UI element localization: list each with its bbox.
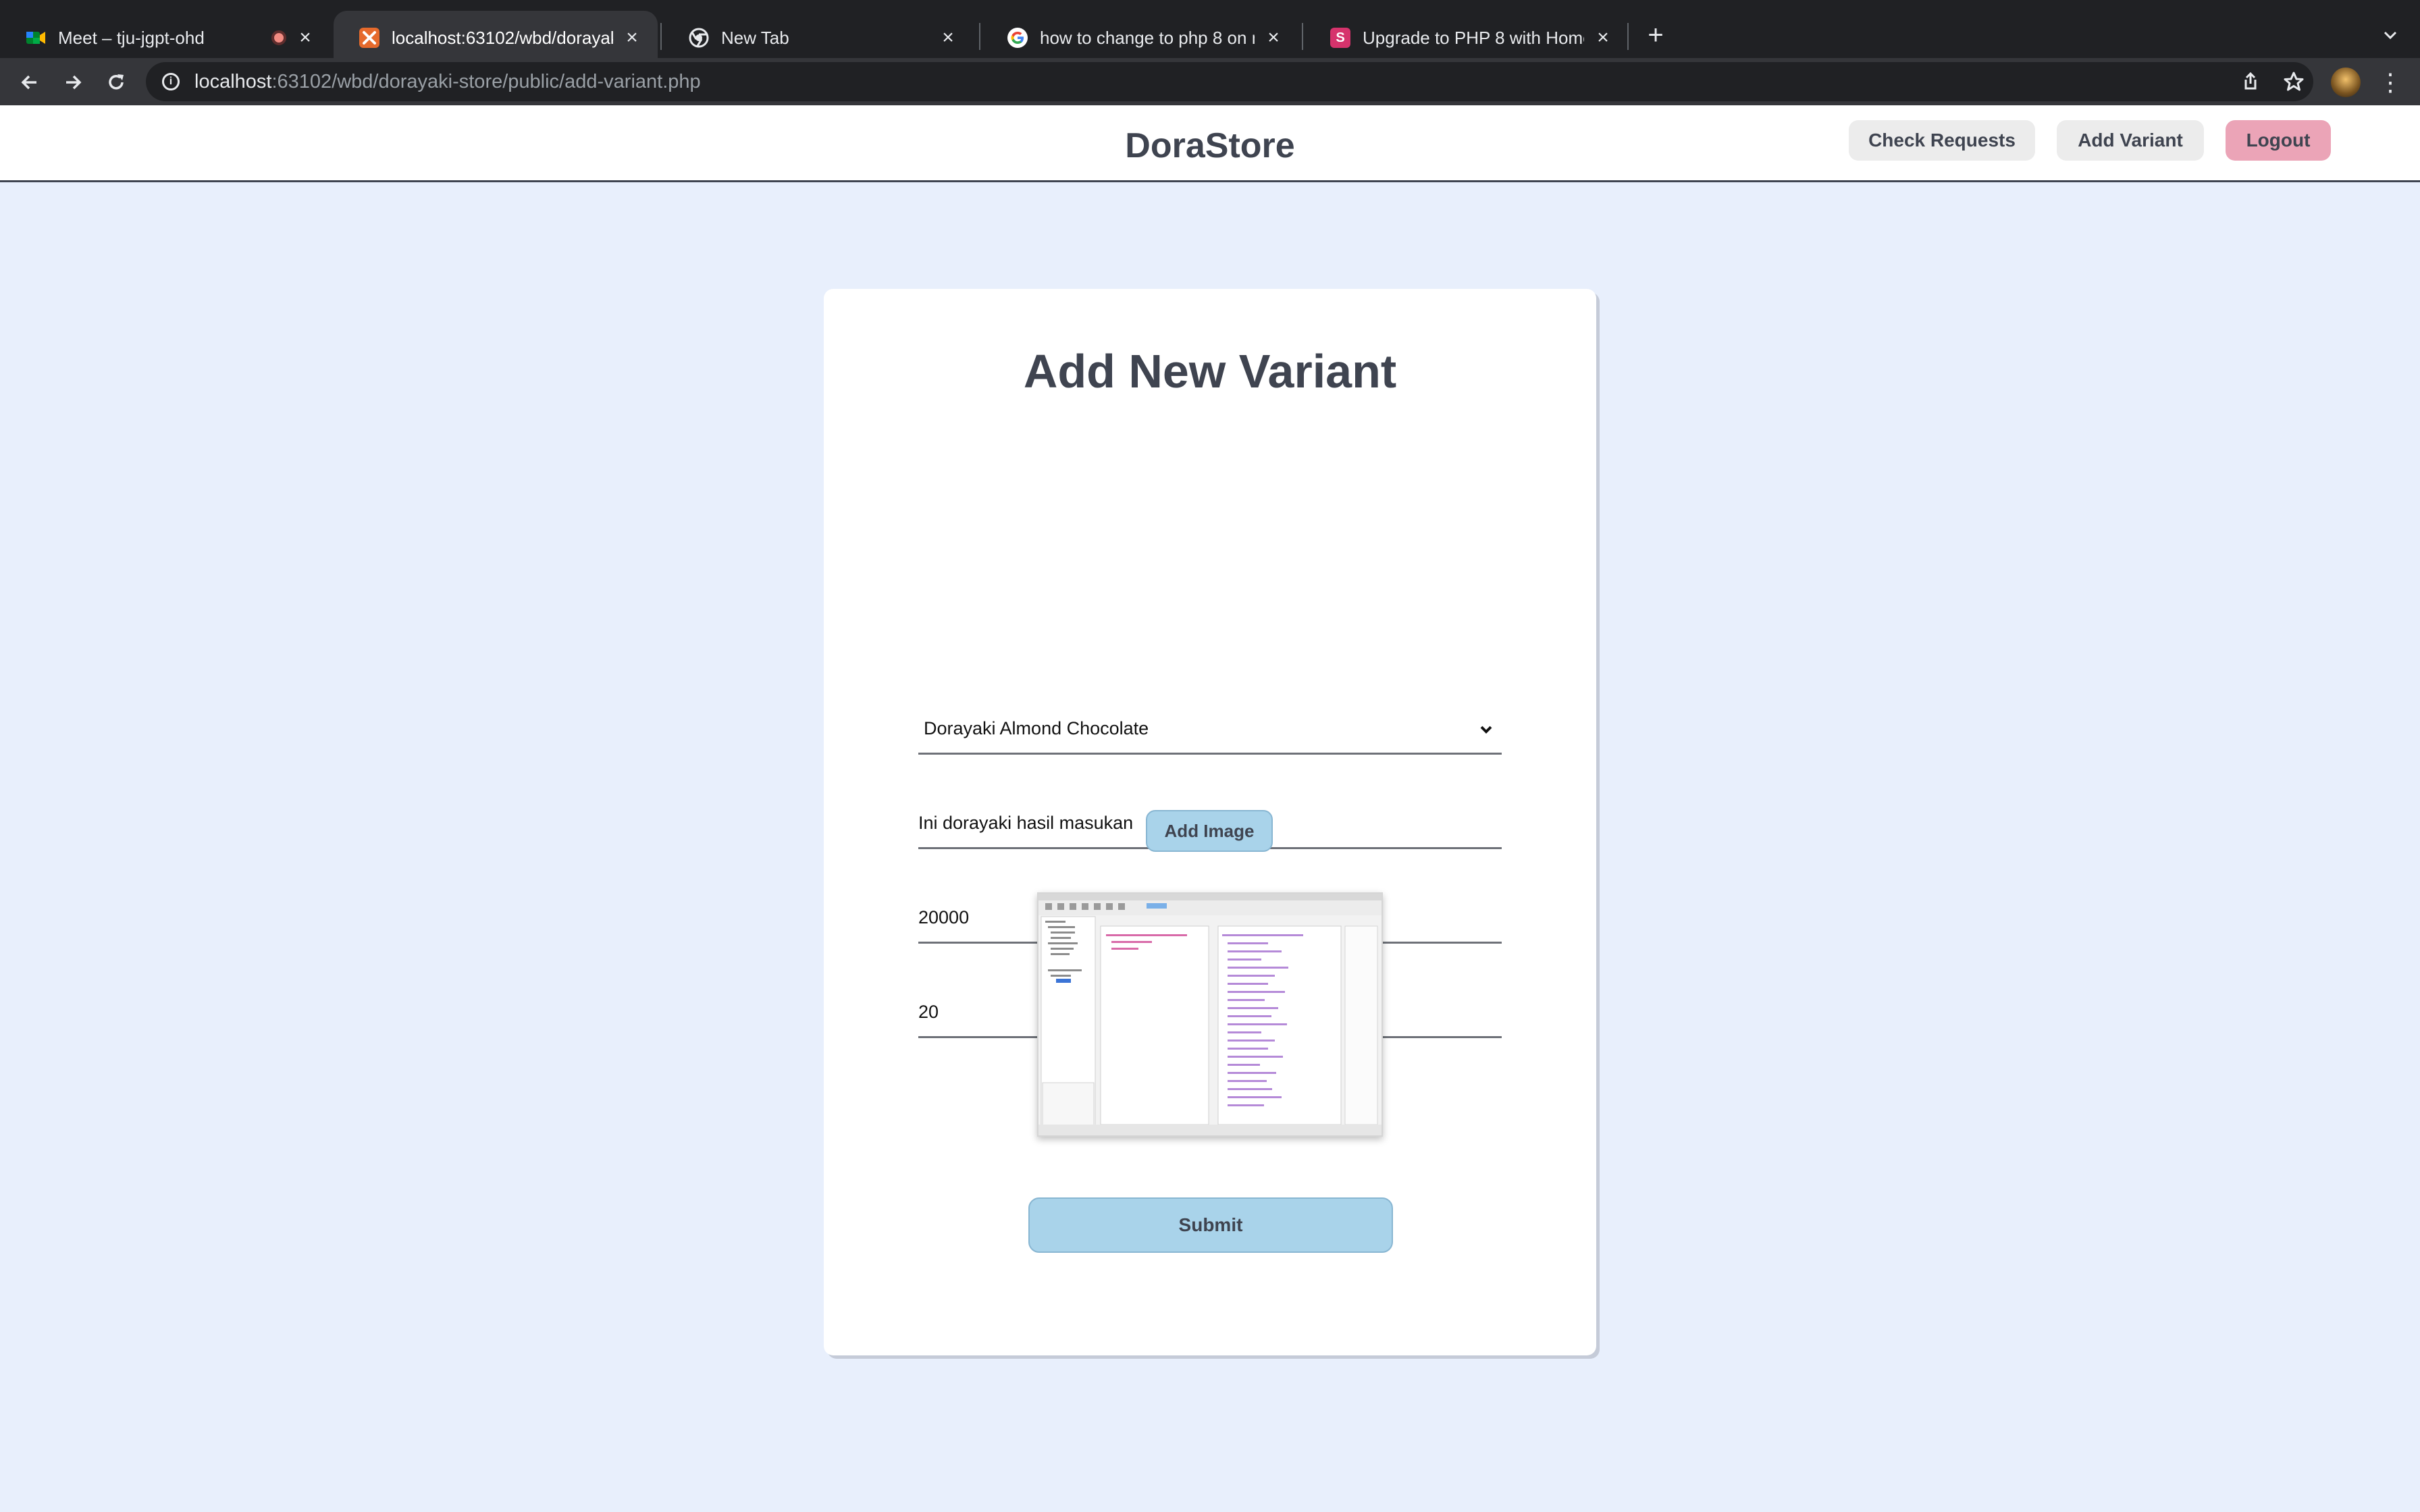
url-text: localhost:63102/wbd/dorayaki-store/publi… — [194, 70, 701, 92]
site-info-icon[interactable]: i — [162, 73, 180, 90]
add-image-button[interactable]: Add Image — [1146, 810, 1273, 852]
tab-title: New Tab — [721, 27, 789, 48]
new-tab-plus-icon[interactable]: + — [1641, 20, 1671, 50]
tab-new-tab[interactable]: New Tab × — [663, 11, 974, 65]
google-meet-icon — [26, 28, 46, 48]
variant-select[interactable]: Dorayaki Almond Chocolate — [918, 705, 1502, 755]
chrome-icon — [689, 28, 709, 48]
stock-value: 20 — [918, 1002, 939, 1022]
recording-indicator-icon — [271, 30, 286, 45]
chevron-down-icon — [1476, 720, 1496, 740]
page-title: Add New Variant — [1023, 345, 1397, 398]
tab-title: localhost:63102/wbd/dorayaki- — [392, 27, 613, 48]
back-arrow-icon[interactable] — [14, 66, 46, 99]
tab-title: Upgrade to PHP 8 with Homeb — [1363, 27, 1584, 48]
tab-separator — [660, 23, 662, 50]
s-icon: S — [1330, 28, 1350, 48]
description-value: Ini dorayaki hasil masukan — [918, 813, 1134, 833]
tab-meet[interactable]: Meet – tju-jgpt-ohd × — [0, 11, 331, 65]
google-icon — [1007, 28, 1028, 48]
reload-icon[interactable] — [100, 66, 132, 99]
image-preview — [1037, 892, 1383, 1137]
profile-avatar[interactable] — [2331, 68, 2361, 97]
close-tab-icon[interactable]: × — [623, 26, 641, 49]
check-requests-button[interactable]: Check Requests — [1849, 120, 2035, 161]
close-tab-icon[interactable]: × — [1594, 26, 1612, 49]
browser-toolbar: i localhost:63102/wbd/dorayaki-store/pub… — [0, 58, 2420, 105]
logout-button[interactable]: Logout — [2226, 120, 2331, 161]
more-menu-icon[interactable]: ⋮ — [2377, 66, 2404, 99]
app-header: DoraStore Check Requests Add Variant Log… — [0, 105, 2420, 182]
address-bar[interactable]: i localhost:63102/wbd/dorayaki-store/pub… — [146, 62, 2313, 101]
tab-upgrade-php[interactable]: S Upgrade to PHP 8 with Homeb × — [1305, 11, 1629, 65]
browser-tab-strip: Meet – tju-jgpt-ohd × localhost:63102/wb… — [0, 0, 2420, 65]
share-icon[interactable] — [2235, 66, 2266, 97]
tab-google-search[interactable]: how to change to php 8 on ma × — [982, 11, 1299, 65]
xampp-icon — [359, 28, 379, 48]
tab-title: Meet – tju-jgpt-ohd — [58, 27, 205, 48]
screenshot-thumbnail — [1038, 894, 1382, 1135]
tab-localhost[interactable]: localhost:63102/wbd/dorayaki- × — [334, 11, 658, 65]
tab-title: how to change to php 8 on ma — [1040, 27, 1255, 48]
close-tab-icon[interactable]: × — [296, 26, 315, 49]
tab-separator — [1302, 23, 1303, 50]
close-tab-icon[interactable]: × — [1264, 26, 1283, 49]
add-variant-button[interactable]: Add Variant — [2057, 120, 2204, 161]
close-tab-icon[interactable]: × — [939, 26, 957, 49]
tab-search-chevron-icon[interactable] — [2375, 20, 2405, 50]
forward-arrow-icon[interactable] — [57, 66, 89, 99]
add-variant-card: Add New Variant Dorayaki Almond Chocolat… — [824, 289, 1596, 1355]
variant-select-value: Dorayaki Almond Chocolate — [924, 718, 1149, 738]
tab-separator — [1627, 23, 1629, 50]
price-value: 20000 — [918, 907, 970, 927]
submit-button[interactable]: Submit — [1028, 1197, 1393, 1253]
tab-separator — [979, 23, 980, 50]
bookmark-star-icon[interactable] — [2278, 66, 2309, 97]
